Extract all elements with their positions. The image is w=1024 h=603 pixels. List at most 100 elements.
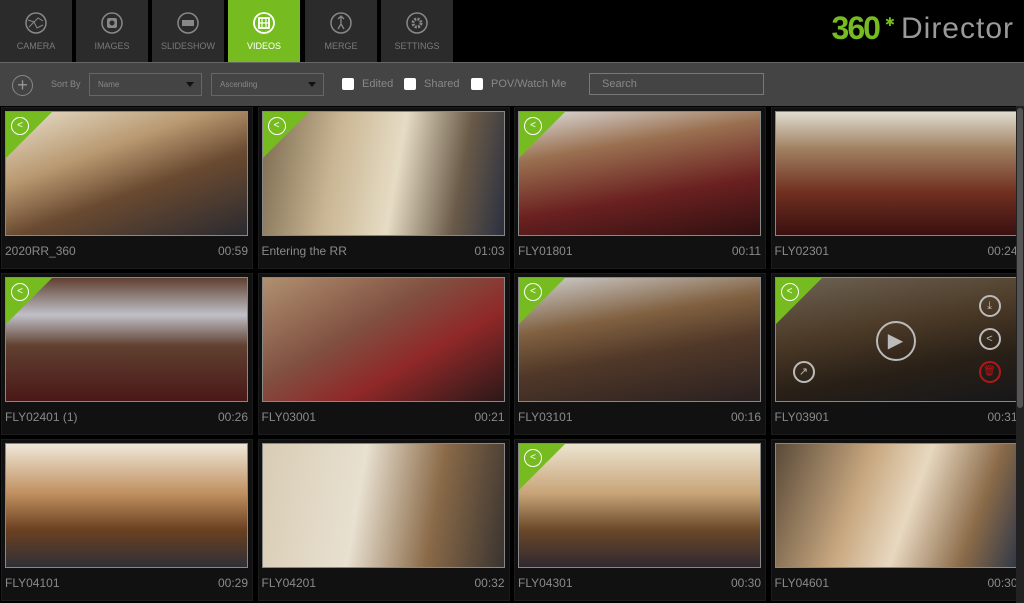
video-duration: 00:24 <box>987 244 1018 258</box>
logo-number: 360 <box>831 10 881 46</box>
video-tile[interactable]: < FLY03101 00:16 <box>514 273 766 435</box>
video-thumbnail[interactable]: < <box>5 277 248 402</box>
tab-label: IMAGES <box>94 41 130 51</box>
share-button[interactable]: < <box>978 328 1001 350</box>
sort-by-label: Sort By <box>51 79 81 89</box>
video-duration: 00:32 <box>474 576 505 590</box>
video-name: FLY03001 <box>261 410 317 424</box>
video-name: FLY02301 <box>774 244 830 258</box>
share-icon: < <box>11 283 29 301</box>
sort-order-select[interactable]: Ascending <box>211 73 324 96</box>
video-tile[interactable]: FLY04201 00:32 <box>257 439 510 601</box>
video-tile[interactable]: FLY02301 00:24 <box>770 107 1023 269</box>
toolbar: + Sort By Name Ascending Edited Shared P… <box>0 62 1024 106</box>
video-grid: <2020RR_360 00:59 < Entering the RR 01:03 < FL… <box>0 106 1023 603</box>
video-duration: 00:31 <box>987 410 1018 424</box>
tab-label: CAMERA <box>16 41 56 51</box>
shared-badge <box>262 112 309 158</box>
tab-videos[interactable]: VIDEOS <box>228 0 300 62</box>
add-button[interactable]: + <box>12 75 33 96</box>
bug-icon: ✱ <box>884 14 895 29</box>
top-nav: 360 ✱ Director CAMERA IMAGES SLIDESHOW VIDE… <box>0 0 1024 62</box>
video-tile[interactable]: < Entering the RR 01:03 <box>257 107 510 269</box>
video-duration: 01:03 <box>474 244 505 258</box>
video-duration: 00:16 <box>730 410 761 424</box>
video-tile[interactable]: FLY03001 00:21 <box>257 273 510 435</box>
merge-icon <box>330 12 352 34</box>
video-name: 2020RR_360 <box>5 244 76 258</box>
video-duration: 00:26 <box>217 410 248 424</box>
video-name: FLY03901 <box>774 410 830 424</box>
video-name: FLY04601 <box>774 576 830 590</box>
video-tile[interactable]: FLY04601 00:30 <box>770 439 1023 601</box>
tab-label: MERGE <box>324 41 358 51</box>
video-thumbnail[interactable] <box>774 111 1018 236</box>
sort-field-select[interactable]: Name <box>89 73 202 96</box>
slideshow-icon <box>177 12 199 34</box>
share-icon: < <box>524 283 542 301</box>
filter-shared[interactable]: Shared <box>404 78 459 90</box>
video-duration: 00:29 <box>217 576 248 590</box>
video-thumbnail[interactable]: < <box>261 111 505 236</box>
filter-edited[interactable]: Edited <box>342 78 393 90</box>
filter-label: POV/Watch Me <box>491 78 567 90</box>
video-tile[interactable]: < FLY02401 (1) 00:26 <box>1 273 253 435</box>
scrollbar-thumb[interactable] <box>1017 108 1023 408</box>
video-duration: 00:11 <box>731 244 761 258</box>
tab-label: SLIDESHOW <box>160 41 215 51</box>
delete-button[interactable]: 🗑 <box>978 361 1001 383</box>
video-tile[interactable]: FLY04101 00:29 <box>1 439 253 601</box>
video-tile[interactable]: < FLY01801 00:11 <box>514 107 766 269</box>
tab-label: SETTINGS <box>394 41 440 51</box>
share-icon: < <box>267 117 286 135</box>
download-button[interactable]: ⤓ <box>978 295 1001 317</box>
video-thumbnail[interactable]: < <box>518 111 761 236</box>
video-name: FLY01801 <box>518 244 573 258</box>
tab-settings[interactable]: SETTINGS <box>381 0 453 62</box>
tab-slideshow[interactable]: SLIDESHOW <box>152 0 224 62</box>
video-thumbnail[interactable] <box>5 443 248 568</box>
video-thumbnail[interactable] <box>774 443 1018 568</box>
share-icon: < <box>524 117 542 135</box>
scrollbar[interactable] <box>1016 106 1024 603</box>
images-icon <box>101 12 123 34</box>
share-icon: < <box>524 449 542 467</box>
gear-icon <box>406 12 428 34</box>
video-tile[interactable]: ▶ ⤓ < 🗑 ↗ < FLY03901 00:31 <box>770 273 1023 435</box>
share-icon: < <box>780 283 799 301</box>
video-duration: 00:30 <box>987 576 1018 590</box>
logo: 360 ✱ Director <box>832 10 1014 47</box>
video-name: FLY04101 <box>5 576 60 590</box>
search-input[interactable] <box>589 73 764 95</box>
video-name: FLY02401 (1) <box>5 410 78 424</box>
checkbox[interactable] <box>404 78 416 90</box>
chevron-down-icon <box>308 82 316 87</box>
checkbox[interactable] <box>342 78 354 90</box>
video-thumbnail[interactable] <box>261 443 505 568</box>
video-name: FLY04301 <box>518 576 573 590</box>
shared-badge <box>775 278 822 324</box>
checkbox[interactable] <box>471 78 483 90</box>
filter-pov[interactable]: POV/Watch Me <box>471 78 566 90</box>
video-duration: 00:59 <box>217 244 248 258</box>
video-name: Entering the RR <box>261 244 347 258</box>
tab-merge[interactable]: MERGE <box>305 0 377 62</box>
video-tile[interactable]: < FLY04301 00:30 <box>514 439 766 601</box>
filter-label: Shared <box>424 78 460 90</box>
video-thumbnail[interactable]: < <box>5 111 248 236</box>
share-icon: < <box>11 117 29 135</box>
video-thumbnail[interactable]: < <box>518 277 761 402</box>
video-tile[interactable]: <2020RR_360 00:59 <box>1 107 253 269</box>
tab-camera[interactable]: CAMERA <box>0 0 72 62</box>
video-thumbnail[interactable]: < <box>518 443 761 568</box>
video-thumbnail[interactable] <box>261 277 505 402</box>
video-duration: 00:21 <box>474 410 505 424</box>
tab-images[interactable]: IMAGES <box>76 0 148 62</box>
sort-order-value: Ascending <box>220 80 258 89</box>
video-thumbnail[interactable]: ▶ ⤓ < 🗑 ↗ < <box>774 277 1018 402</box>
video-name: FLY04201 <box>261 576 317 590</box>
film-icon <box>253 12 275 34</box>
play-button[interactable]: ▶ <box>875 321 916 361</box>
video-name: FLY03101 <box>518 410 573 424</box>
export-button[interactable]: ↗ <box>792 361 815 383</box>
